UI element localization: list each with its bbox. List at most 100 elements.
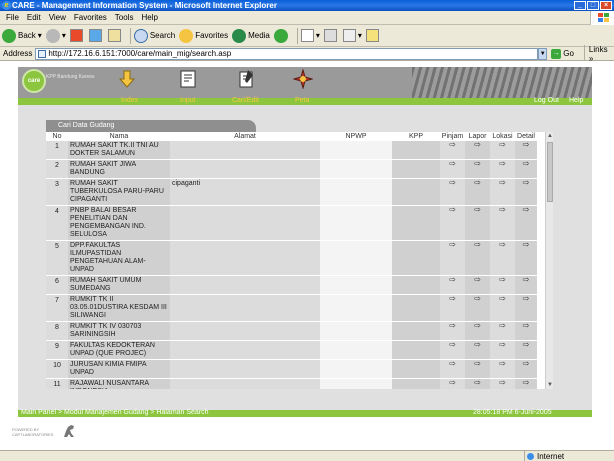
links-button[interactable]: Links » xyxy=(583,44,614,63)
row-detail-cell: ⇨ xyxy=(515,159,537,179)
back-button[interactable]: Back ▾ xyxy=(2,28,42,43)
lokasi-arrow-icon[interactable]: ⇨ xyxy=(499,295,506,303)
lapor-arrow-icon[interactable]: ⇨ xyxy=(474,322,481,330)
lapor-arrow-icon[interactable]: ⇨ xyxy=(474,141,481,149)
search-button[interactable]: Search xyxy=(133,28,175,43)
address-input[interactable]: http://172.16.6.151:7000/care/main_mig/s… xyxy=(35,47,539,60)
scroll-thumb[interactable] xyxy=(547,142,553,202)
lokasi-arrow-icon[interactable]: ⇨ xyxy=(499,276,506,284)
address-dropdown-button[interactable]: ▼ xyxy=(538,47,548,60)
lapor-arrow-icon[interactable]: ⇨ xyxy=(474,206,481,214)
detail-arrow-icon[interactable]: ⇨ xyxy=(523,322,530,330)
minimize-button[interactable]: _ xyxy=(574,1,586,10)
forward-button[interactable]: ▾ xyxy=(45,28,66,43)
menu-help[interactable]: Help xyxy=(139,13,163,22)
nav-index[interactable] xyxy=(108,69,148,95)
lokasi-arrow-icon[interactable]: ⇨ xyxy=(499,141,506,149)
close-button[interactable]: × xyxy=(600,1,612,10)
nav-cari-edit[interactable] xyxy=(226,69,266,95)
detail-arrow-icon[interactable]: ⇨ xyxy=(523,160,530,168)
menu-view[interactable]: View xyxy=(47,13,72,22)
row-kpp xyxy=(392,205,440,241)
detail-arrow-icon[interactable]: ⇨ xyxy=(523,360,530,368)
lapor-arrow-icon[interactable]: ⇨ xyxy=(474,241,481,249)
pinjam-arrow-icon[interactable]: ⇨ xyxy=(449,141,456,149)
nav-input[interactable] xyxy=(168,69,208,95)
pinjam-arrow-icon[interactable]: ⇨ xyxy=(449,360,456,368)
security-zone: Internet xyxy=(524,451,614,461)
home-button[interactable] xyxy=(107,29,123,42)
lokasi-arrow-icon[interactable]: ⇨ xyxy=(499,379,506,387)
pinjam-arrow-icon[interactable]: ⇨ xyxy=(449,206,456,214)
refresh-button[interactable] xyxy=(88,29,104,42)
lapor-arrow-icon[interactable]: ⇨ xyxy=(474,160,481,168)
pinjam-arrow-icon[interactable]: ⇨ xyxy=(449,160,456,168)
edit-button[interactable]: ▾ xyxy=(342,29,362,42)
detail-arrow-icon[interactable]: ⇨ xyxy=(523,141,530,149)
detail-arrow-icon[interactable]: ⇨ xyxy=(523,341,530,349)
maximize-button[interactable]: □ xyxy=(587,1,599,10)
nav-input-label[interactable]: Input xyxy=(180,97,196,104)
nav-peta[interactable] xyxy=(283,69,323,95)
lapor-arrow-icon[interactable]: ⇨ xyxy=(474,379,481,387)
logout-link[interactable]: Log Out xyxy=(534,97,559,104)
lokasi-arrow-icon[interactable]: ⇨ xyxy=(499,206,506,214)
row-no: 2 xyxy=(46,159,68,179)
row-npwp xyxy=(320,240,392,276)
nav-cari-edit-label[interactable]: Cari/Edit xyxy=(232,97,259,104)
menu-tools[interactable]: Tools xyxy=(113,13,140,22)
menu-favorites[interactable]: Favorites xyxy=(72,13,113,22)
pinjam-arrow-icon[interactable]: ⇨ xyxy=(449,179,456,187)
input-form-icon xyxy=(180,70,196,88)
row-kpp xyxy=(392,275,440,295)
lapor-arrow-icon[interactable]: ⇨ xyxy=(474,179,481,187)
history-button[interactable] xyxy=(273,28,290,43)
help-link[interactable]: Help xyxy=(569,97,583,104)
nav-index-label[interactable]: Index xyxy=(121,97,138,104)
table-scrollbar[interactable]: ▲ ▼ xyxy=(545,132,553,389)
print-button[interactable] xyxy=(323,29,339,42)
pinjam-arrow-icon[interactable]: ⇨ xyxy=(449,276,456,284)
go-button[interactable]: → Go xyxy=(551,48,574,59)
mail-button[interactable]: ▾ xyxy=(300,29,320,42)
care-logo[interactable]: care xyxy=(22,69,46,93)
lapor-arrow-icon[interactable]: ⇨ xyxy=(474,295,481,303)
media-button[interactable]: Media xyxy=(232,28,270,43)
pinjam-arrow-icon[interactable]: ⇨ xyxy=(449,379,456,387)
pinjam-arrow-icon[interactable]: ⇨ xyxy=(449,322,456,330)
scroll-down-button[interactable]: ▼ xyxy=(546,381,554,389)
menu-edit[interactable]: Edit xyxy=(25,13,47,22)
row-lokasi-cell: ⇨ xyxy=(490,321,515,341)
detail-arrow-icon[interactable]: ⇨ xyxy=(523,379,530,387)
lapor-arrow-icon[interactable]: ⇨ xyxy=(474,360,481,368)
menu-file[interactable]: File xyxy=(4,13,25,22)
table-row: 11RAJAWALI NUSANTARA INDONESIA ⇨ ⇨ ⇨ ⇨ xyxy=(46,378,537,389)
lokasi-arrow-icon[interactable]: ⇨ xyxy=(499,241,506,249)
lokasi-arrow-icon[interactable]: ⇨ xyxy=(499,179,506,187)
col-kpp: KPP xyxy=(392,132,440,141)
lokasi-arrow-icon[interactable]: ⇨ xyxy=(499,322,506,330)
stop-button[interactable] xyxy=(69,29,85,42)
detail-arrow-icon[interactable]: ⇨ xyxy=(523,295,530,303)
detail-arrow-icon[interactable]: ⇨ xyxy=(523,179,530,187)
pinjam-arrow-icon[interactable]: ⇨ xyxy=(449,341,456,349)
nav-peta-label[interactable]: Peta xyxy=(295,97,309,104)
row-lokasi-cell: ⇨ xyxy=(490,141,515,160)
pinjam-arrow-icon[interactable]: ⇨ xyxy=(449,241,456,249)
row-pinjam-cell: ⇨ xyxy=(440,205,465,241)
scroll-up-button[interactable]: ▲ xyxy=(546,132,554,140)
lokasi-arrow-icon[interactable]: ⇨ xyxy=(499,360,506,368)
favorites-button[interactable]: Favorites xyxy=(179,28,228,43)
lapor-arrow-icon[interactable]: ⇨ xyxy=(474,341,481,349)
detail-arrow-icon[interactable]: ⇨ xyxy=(523,241,530,249)
lokasi-arrow-icon[interactable]: ⇨ xyxy=(499,341,506,349)
pinjam-arrow-icon[interactable]: ⇨ xyxy=(449,295,456,303)
lapor-arrow-icon[interactable]: ⇨ xyxy=(474,276,481,284)
row-lokasi-cell: ⇨ xyxy=(490,205,515,241)
messenger-button[interactable] xyxy=(365,29,381,42)
lokasi-arrow-icon[interactable]: ⇨ xyxy=(499,160,506,168)
detail-arrow-icon[interactable]: ⇨ xyxy=(523,276,530,284)
row-no: 1 xyxy=(46,141,68,160)
detail-arrow-icon[interactable]: ⇨ xyxy=(523,206,530,214)
table-header: No Nama Alamat NPWP KPP Pinjam Lapor Lok… xyxy=(46,132,537,141)
